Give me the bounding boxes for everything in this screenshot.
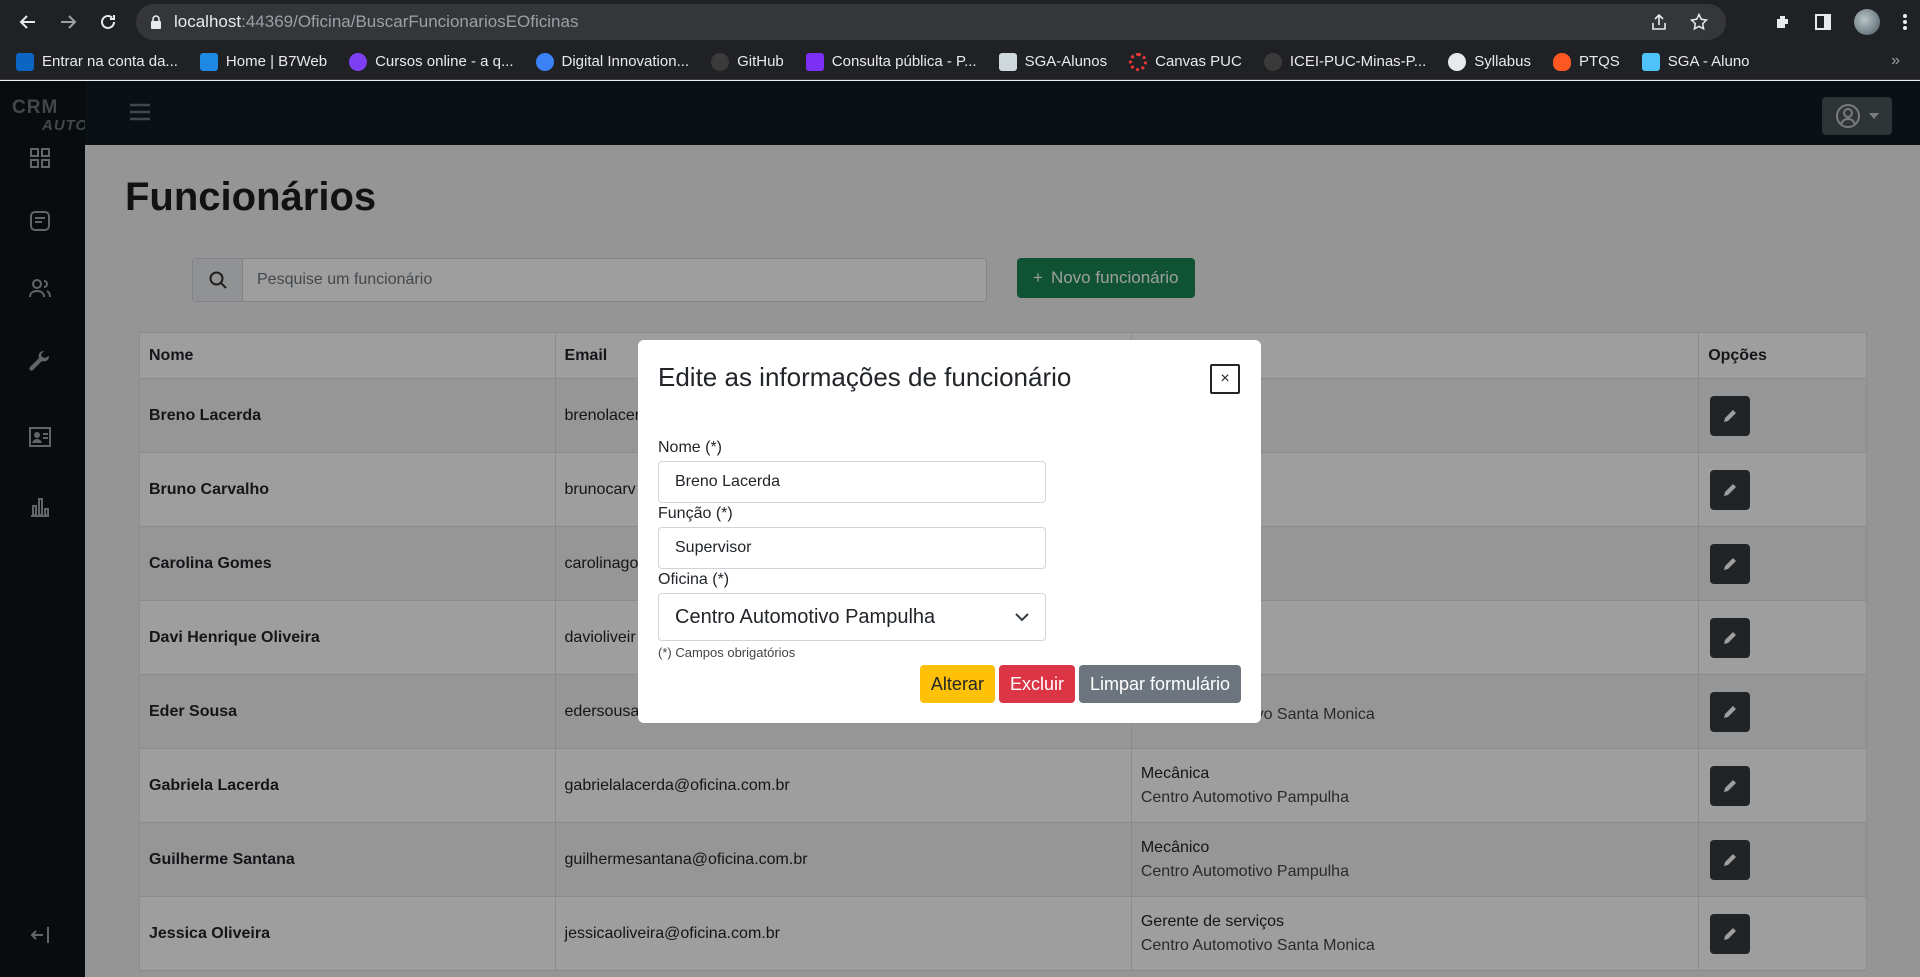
side-panel-icon[interactable] (1814, 13, 1832, 31)
flame-icon (1552, 52, 1571, 71)
close-button[interactable]: × (1210, 364, 1240, 394)
required-fields-hint: (*) Campos obrigatórios (658, 645, 796, 660)
bookmarks-bar: Entrar na conta da... Home | B7Web Curso… (0, 44, 1920, 80)
bookmark-icon (805, 52, 824, 71)
globe-icon (1448, 52, 1467, 71)
bookmark-icon (199, 52, 218, 71)
extensions-icon[interactable] (1774, 13, 1792, 31)
lock-icon (151, 15, 161, 29)
kebab-menu-icon[interactable] (1902, 13, 1908, 31)
update-button[interactable]: Alterar (919, 665, 995, 703)
back-button[interactable] (8, 2, 48, 42)
browser-toolbar: localhost:44369/Oficina/BuscarFuncionari… (0, 0, 1920, 44)
edit-employee-modal: Edite as informações de funcionário × No… (638, 340, 1261, 723)
bookmark-item[interactable]: Digital Innovation... (535, 52, 689, 71)
github-icon (1263, 52, 1282, 71)
bookmark-icon (16, 52, 34, 71)
bookmark-icon (535, 52, 554, 71)
bookmark-item[interactable]: PTQS (1552, 52, 1620, 71)
shop-label: Oficina (*) (658, 571, 730, 588)
modal-actions: Alterar Excluir Limpar formulário (919, 665, 1241, 703)
bookmark-item[interactable]: Canvas PUC (1129, 52, 1242, 71)
bookmark-item[interactable]: Cursos online - a q... (349, 52, 514, 71)
github-icon (711, 52, 730, 71)
bookmark-icon (349, 52, 368, 71)
canvas-icon (1129, 52, 1148, 71)
delete-button[interactable]: Excluir (998, 665, 1075, 703)
shop-select[interactable]: Centro Automotivo Pampulha (658, 593, 1046, 641)
share-icon[interactable] (1650, 13, 1668, 31)
bookmark-item[interactable]: GitHub (711, 52, 784, 71)
role-input[interactable]: Supervisor (658, 527, 1046, 569)
forward-button[interactable] (48, 2, 88, 42)
bookmark-item[interactable]: Syllabus (1448, 52, 1531, 71)
shop-selected-value: Centro Automotivo Pampulha (675, 605, 936, 628)
bookmark-item[interactable]: ICEI-PUC-Minas-P... (1263, 52, 1426, 71)
bookmark-item[interactable]: SGA - Aluno (1641, 52, 1750, 71)
bookmark-item[interactable]: SGA-Alunos (998, 52, 1107, 71)
modal-title: Edite as informações de funcionário (658, 362, 1072, 392)
bookmark-item[interactable]: Consulta pública - P... (805, 52, 977, 71)
close-icon: × (1220, 370, 1230, 387)
chevron-down-icon (1015, 612, 1029, 621)
name-input[interactable]: Breno Lacerda (658, 461, 1046, 503)
bookmark-item[interactable]: Home | B7Web (199, 52, 327, 71)
name-label: Nome (*) (658, 439, 723, 456)
profile-avatar[interactable] (1854, 9, 1880, 35)
reload-icon (101, 14, 115, 29)
arrow-right-icon (61, 15, 77, 29)
clear-form-button[interactable]: Limpar formulário (1078, 665, 1241, 703)
star-icon[interactable] (1690, 13, 1708, 31)
role-label: Função (*) (658, 505, 733, 522)
bookmark-icon (1641, 52, 1660, 71)
bookmark-item[interactable]: Entrar na conta da... (16, 52, 178, 71)
address-bar[interactable]: localhost:44369/Oficina/BuscarFuncionari… (136, 4, 1726, 40)
bookmarks-overflow-icon[interactable]: » (1891, 52, 1900, 70)
reload-button[interactable] (88, 2, 128, 42)
bookmark-icon (998, 52, 1017, 71)
arrow-left-icon (19, 15, 35, 29)
url-text: localhost:44369/Oficina/BuscarFuncionari… (174, 12, 579, 31)
